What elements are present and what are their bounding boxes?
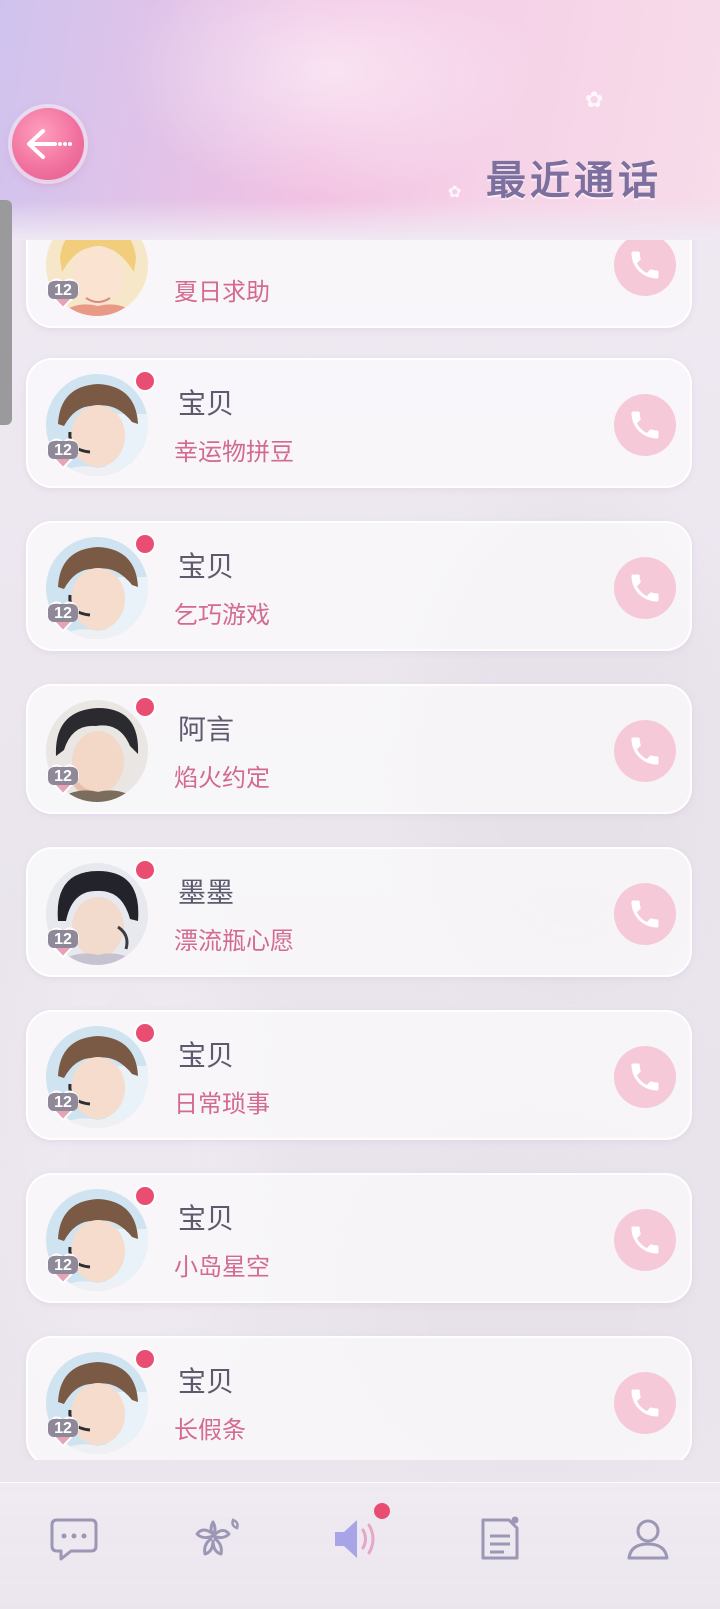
newspaper-icon [481, 1516, 519, 1560]
chat-bubble-icon [50, 1518, 98, 1561]
phone-icon [631, 1063, 659, 1091]
nav-news[interactable] [472, 1511, 528, 1567]
page-title: 最近通话 [486, 157, 662, 204]
speaker-icon [335, 1520, 375, 1558]
unread-dot [134, 859, 156, 881]
caller-name: 宝贝 [178, 1365, 235, 1398]
call-button[interactable] [614, 1046, 676, 1108]
affinity-level-badge: 12 [46, 1251, 80, 1285]
level-number: 12 [54, 605, 72, 622]
affinity-level-badge: 12 [46, 925, 80, 959]
unread-dot [134, 1185, 156, 1207]
caller-name: 墨墨 [178, 876, 235, 909]
header: ✿ ✿ 最近通话 [0, 0, 720, 240]
phone-icon [631, 251, 659, 279]
caller-name: 阿言 [178, 713, 235, 746]
call-button[interactable] [614, 720, 676, 782]
recent-calls-list[interactable]: 12 夏日求助 12 宝贝 幸运物拼豆 12 宝贝 乞巧游戏 12 阿言 焰火约… [0, 240, 720, 1460]
caller-name: 宝贝 [178, 550, 235, 583]
call-button[interactable] [614, 1372, 676, 1434]
call-topic: 小岛星空 [174, 1253, 270, 1281]
call-button[interactable] [614, 394, 676, 456]
sakura-flower-icon [195, 1518, 239, 1556]
level-number: 12 [54, 931, 72, 948]
caller-name: 宝贝 [178, 387, 235, 420]
level-number: 12 [54, 1420, 72, 1437]
call-topic: 日常琐事 [174, 1090, 270, 1118]
caller-name: 宝贝 [178, 1039, 235, 1072]
level-number: 12 [54, 768, 72, 785]
affinity-level-badge: 12 [46, 1414, 80, 1448]
caller-name: 宝贝 [178, 1202, 235, 1235]
call-card[interactable]: 12 墨墨 漂流瓶心愿 [26, 847, 692, 977]
unread-dot [134, 370, 156, 392]
notification-dot [374, 1503, 390, 1519]
nav-messages[interactable] [46, 1511, 102, 1567]
back-button[interactable] [12, 108, 84, 180]
nav-calls[interactable] [330, 1503, 390, 1567]
call-card[interactable]: 12 宝贝 幸运物拼豆 [26, 358, 692, 488]
unread-dot [134, 1348, 156, 1370]
call-topic: 乞巧游戏 [174, 601, 270, 629]
unread-dot [134, 533, 156, 555]
call-button[interactable] [614, 557, 676, 619]
affinity-level-badge: 12 [46, 276, 80, 310]
phone-icon [631, 1389, 659, 1417]
profile-icon [627, 1519, 669, 1560]
call-topic: 漂流瓶心愿 [174, 927, 294, 955]
call-topic: 焰火约定 [174, 764, 270, 792]
sparkle-decoration: ✿ [585, 88, 604, 113]
sparkle-decoration: ✿ [448, 182, 462, 201]
call-card[interactable]: 12 宝贝 日常琐事 [26, 1010, 692, 1140]
call-card[interactable]: 12 夏日求助 [26, 240, 692, 328]
phone-icon [631, 574, 659, 602]
call-button[interactable] [614, 240, 676, 296]
affinity-level-badge: 12 [46, 1088, 80, 1122]
call-card[interactable]: 12 宝贝 乞巧游戏 [26, 521, 692, 651]
bottom-navigation-bar [0, 1482, 720, 1609]
level-number: 12 [54, 1257, 72, 1274]
affinity-level-badge: 12 [46, 436, 80, 470]
unread-dot [134, 696, 156, 718]
call-topic: 夏日求助 [174, 278, 270, 306]
unread-dot [134, 1022, 156, 1044]
back-arrow-icon [27, 129, 72, 159]
call-topic: 幸运物拼豆 [174, 438, 294, 466]
phone-icon [631, 1226, 659, 1254]
affinity-level-badge: 12 [46, 599, 80, 633]
call-card[interactable]: 12 宝贝 小岛星空 [26, 1173, 692, 1303]
call-button[interactable] [614, 1209, 676, 1271]
call-card[interactable]: 12 宝贝 长假条 [26, 1336, 692, 1460]
affinity-level-badge: 12 [46, 762, 80, 796]
call-topic: 长假条 [174, 1416, 246, 1444]
nav-profile[interactable] [620, 1511, 676, 1567]
call-button[interactable] [614, 883, 676, 945]
call-card[interactable]: 12 阿言 焰火约定 [26, 684, 692, 814]
phone-icon [631, 411, 659, 439]
phone-icon [631, 900, 659, 928]
level-number: 12 [54, 282, 72, 299]
level-number: 12 [54, 1094, 72, 1111]
level-number: 12 [54, 442, 72, 459]
phone-icon [631, 737, 659, 765]
nav-moments[interactable] [188, 1511, 244, 1567]
